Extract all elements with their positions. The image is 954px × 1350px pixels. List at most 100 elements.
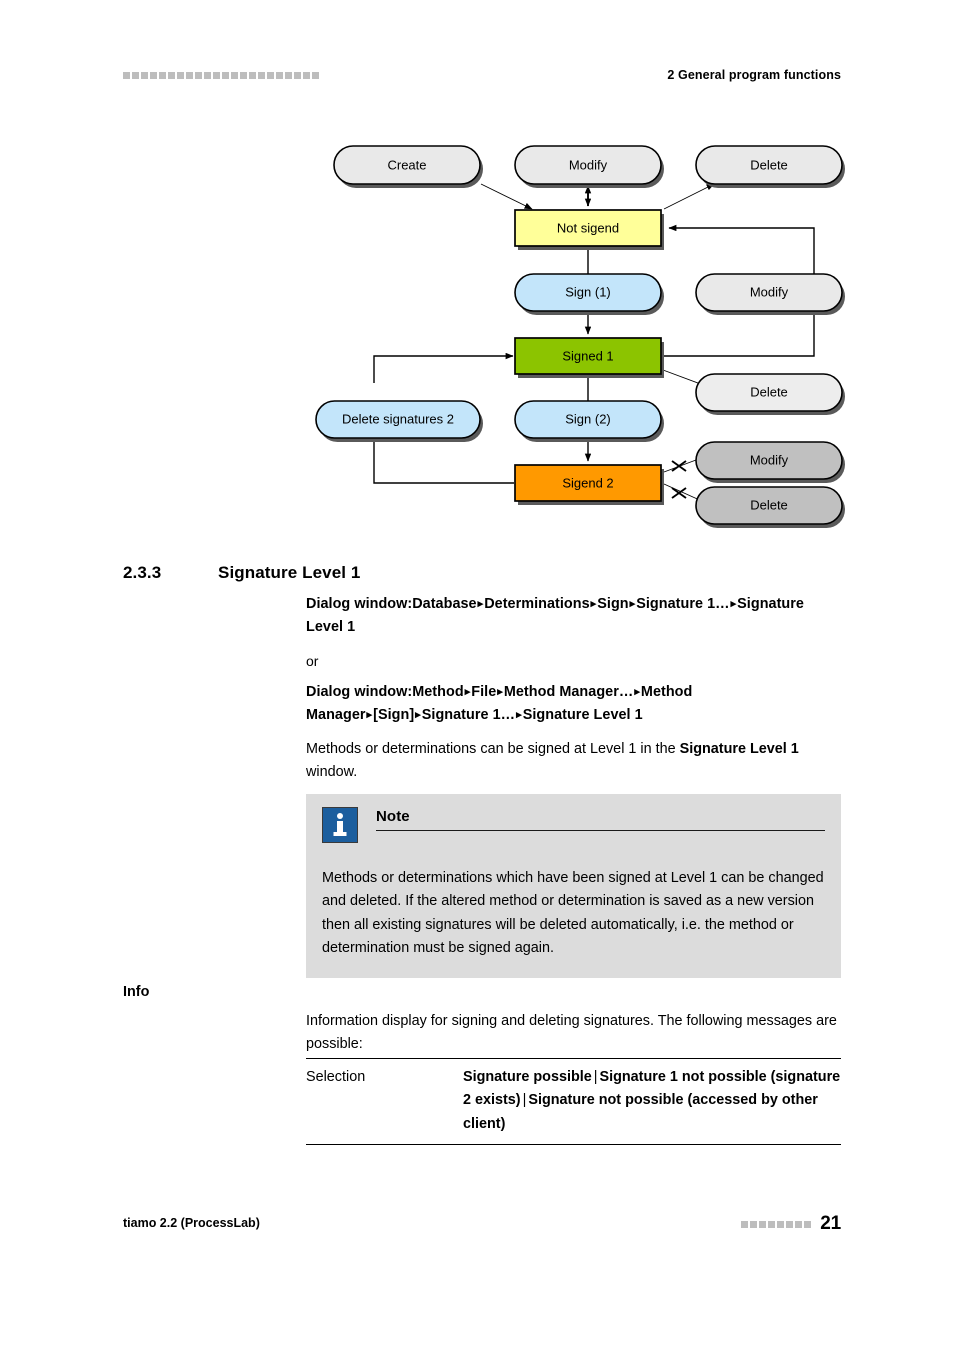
decoration-square (768, 1220, 776, 1228)
decoration-square (222, 72, 229, 79)
decoration-square (285, 72, 292, 79)
path-separator-icon: ▸ (634, 685, 640, 698)
node-create-label: Create (387, 157, 426, 172)
node-modify-disabled-label: Modify (750, 452, 789, 467)
running-footer: tiamo 2.2 (ProcessLab) 21 (0, 1213, 954, 1239)
selection-option-0: Signature possible (463, 1069, 592, 1085)
decoration-square (258, 72, 265, 79)
node-delete-disabled: Delete (695, 486, 843, 525)
note-title: Note (376, 808, 410, 825)
running-header: 2 General program functions (0, 68, 954, 92)
node-sign-2-label: Sign (2) (565, 411, 611, 426)
footer-product-name: tiamo 2.2 (ProcessLab) (123, 1216, 260, 1230)
selection-table: Selection Signature possible | Signature 1… (306, 1058, 841, 1145)
decoration-square (294, 72, 301, 79)
info-icon (322, 807, 358, 843)
dialog-path-method-item-0: File (471, 684, 497, 700)
node-sign-1-label: Sign (1) (565, 284, 611, 299)
decoration-square (741, 1220, 749, 1228)
decoration-square (276, 72, 283, 79)
decoration-square (132, 72, 139, 79)
note-body-text: Methods or determinations which have bee… (322, 870, 824, 956)
dialog-path-database-prefix: Dialog window:Database (306, 596, 477, 612)
dialog-path-method-prefix: Dialog window:Method (306, 684, 464, 700)
node-not-signed-label: Not sigend (557, 220, 619, 235)
path-separator-icon: ▸ (415, 708, 421, 721)
signature-state-diagram: Create Modify Delete Not sigend Sign (1) (300, 136, 860, 536)
decoration-square (786, 1220, 794, 1228)
node-modify-mid-label: Modify (750, 284, 789, 299)
decoration-square (168, 72, 175, 79)
dialog-path-database-item-2: Signature 1… (636, 596, 730, 612)
decoration-square (759, 1220, 767, 1228)
dialog-path-method-item-3: [Sign] (373, 707, 415, 724)
node-modify-top: Modify (514, 145, 662, 185)
path-separator-icon: ▸ (497, 685, 503, 698)
node-signed-2-label: Sigend 2 (562, 475, 613, 490)
node-signed-1-label: Signed 1 (562, 348, 613, 363)
decoration-square (249, 72, 256, 79)
decoration-square (795, 1220, 803, 1228)
section-title: Signature Level 1 (218, 563, 361, 582)
path-separator-icon: ▸ (366, 708, 373, 721)
note-header: Note (322, 807, 825, 849)
note-callout: Note Methods or determinations which hav… (306, 794, 841, 979)
node-delete-disabled-label: Delete (750, 497, 788, 512)
node-delete-mid-label: Delete (750, 384, 788, 399)
decoration-square (240, 72, 247, 79)
dialog-path-database: Dialog window:Database▸Determinations▸Si… (306, 593, 841, 640)
note-title-wrap: Note (376, 807, 825, 831)
page-number: 21 (820, 1213, 841, 1234)
decoration-square (804, 1220, 812, 1228)
node-modify-disabled: Modify (695, 441, 843, 480)
node-delete-signatures-2-label: Delete signatures 2 (342, 411, 454, 426)
decoration-square (150, 72, 157, 79)
info-margin-label: Info (123, 984, 150, 1000)
decoration-square (267, 72, 274, 79)
selection-key-label: Selection (306, 1069, 366, 1085)
option-separator: | (593, 1069, 598, 1085)
dialog-path-method: Dialog window:Method▸File▸Method Manager… (306, 681, 841, 728)
header-chapter-title: 2 General program functions (667, 68, 841, 82)
note-title-rule (376, 830, 825, 831)
decoration-square (231, 72, 238, 79)
decoration-square (204, 72, 211, 79)
footer-right-group: 21 (741, 1213, 841, 1235)
edge-signed1-to-modify-mid (661, 311, 815, 357)
dialog-path-method-item-4: Signature 1… (421, 707, 516, 724)
decoration-square (213, 72, 220, 79)
node-sign-1: Sign (1) (514, 273, 662, 312)
decoration-square (177, 72, 184, 79)
intro-paragraph: Methods or determinations can be signed … (306, 738, 841, 785)
blocked-markers (671, 460, 687, 499)
decoration-square (312, 72, 319, 79)
node-delete-mid: Delete (695, 373, 843, 412)
intro-text-a: Methods or determinations can be signed … (306, 741, 680, 757)
node-modify-top-label: Modify (569, 157, 608, 172)
edge-modify-mid-to-not-signed (668, 224, 815, 274)
node-modify-mid: Modify (695, 273, 843, 312)
node-sign-2: Sign (2) (514, 400, 662, 439)
decoration-square (159, 72, 166, 79)
intro-window-name: Signature Level 1 (679, 741, 799, 757)
edge-create-to-not-signed (480, 183, 533, 210)
dialog-path-database-item-0: Determinations (484, 596, 590, 612)
decoration-square (750, 1220, 758, 1228)
edge-del-sig2-to-signed1 (373, 352, 514, 383)
decoration-square (186, 72, 193, 79)
path-alternative-connector: or (306, 653, 319, 669)
section-number: 2.3.3 (123, 563, 162, 582)
path-separator-icon: ▸ (516, 708, 522, 721)
section-heading: 2.3.3 Signature Level 1 (123, 563, 843, 583)
decoration-square (777, 1220, 785, 1228)
intro-text-b: window. (306, 764, 358, 781)
edge-not-signed-to-delete (663, 183, 715, 210)
decoration-square (123, 72, 130, 79)
node-delete-top: Delete (695, 145, 843, 185)
node-signed-2: Sigend 2 (514, 464, 662, 502)
selection-options: Signature possible | Signature 1 not possi… (463, 1066, 841, 1136)
node-signed-1: Signed 1 (514, 337, 662, 375)
node-create: Create (333, 145, 481, 185)
info-description: Information display for signing and dele… (306, 1013, 837, 1053)
footer-decoration-squares (741, 1220, 812, 1228)
